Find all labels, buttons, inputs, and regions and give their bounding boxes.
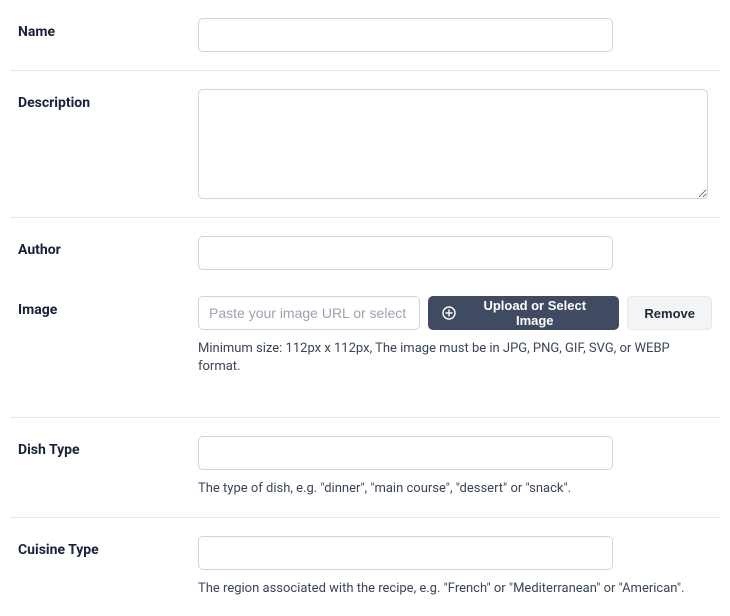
image-url-input[interactable] bbox=[198, 296, 420, 330]
image-help-text: Minimum size: 112px x 112px, The image m… bbox=[198, 340, 712, 376]
description-label: Description bbox=[18, 89, 198, 111]
dish-type-body: The type of dish, e.g. "dinner", "main c… bbox=[198, 436, 712, 498]
plus-circle-icon bbox=[442, 306, 456, 320]
author-field-row: Author bbox=[10, 218, 720, 278]
upload-button-label: Upload or Select Image bbox=[464, 298, 605, 328]
remove-button-label: Remove bbox=[644, 306, 695, 321]
name-input[interactable] bbox=[198, 18, 613, 52]
image-label: Image bbox=[18, 296, 198, 318]
cuisine-type-field-row: Cuisine Type The region associated with … bbox=[10, 518, 720, 616]
author-input[interactable] bbox=[198, 236, 613, 270]
name-label: Name bbox=[18, 18, 198, 40]
image-input-row: Upload or Select Image Remove bbox=[198, 296, 712, 330]
description-input[interactable] bbox=[198, 89, 708, 199]
cuisine-type-help-text: The region associated with the recipe, e… bbox=[198, 580, 712, 598]
name-body bbox=[198, 18, 712, 52]
dish-type-label: Dish Type bbox=[18, 436, 198, 458]
dish-type-input[interactable] bbox=[198, 436, 613, 470]
cuisine-type-label: Cuisine Type bbox=[18, 536, 198, 558]
description-field-row: Description bbox=[10, 71, 720, 218]
cuisine-type-body: The region associated with the recipe, e… bbox=[198, 536, 712, 598]
author-body bbox=[198, 236, 712, 270]
recipe-form: Name Description Author Image bbox=[0, 0, 730, 616]
upload-image-button[interactable]: Upload or Select Image bbox=[428, 296, 619, 330]
remove-image-button[interactable]: Remove bbox=[627, 296, 712, 330]
image-body: Upload or Select Image Remove Minimum si… bbox=[198, 296, 712, 376]
spacer bbox=[10, 394, 720, 418]
image-field-row: Image Upload or Select Image Remove bbox=[10, 278, 720, 394]
dish-type-help-text: The type of dish, e.g. "dinner", "main c… bbox=[198, 480, 712, 498]
cuisine-type-input[interactable] bbox=[198, 536, 613, 570]
description-body bbox=[198, 89, 712, 199]
author-label: Author bbox=[18, 236, 198, 258]
dish-type-field-row: Dish Type The type of dish, e.g. "dinner… bbox=[10, 418, 720, 517]
name-field-row: Name bbox=[10, 0, 720, 71]
